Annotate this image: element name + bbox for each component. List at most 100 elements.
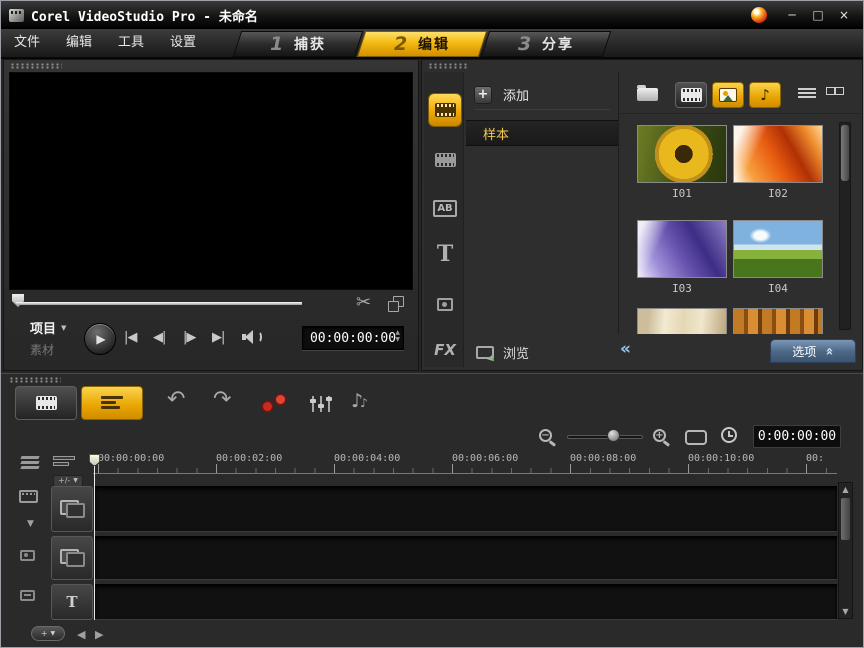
video-track-row[interactable] xyxy=(95,486,837,532)
timeline-vertical-scrollbar[interactable]: ▲ ▼ xyxy=(838,482,853,619)
minimize-button[interactable]: ─ xyxy=(779,5,805,25)
step-edit-label: 编辑 xyxy=(418,34,450,54)
timeline-scroll-left-button[interactable]: ◀ xyxy=(77,629,85,640)
import-folder-icon[interactable] xyxy=(637,88,658,101)
seek-bar[interactable] xyxy=(16,302,302,305)
gallery-item[interactable] xyxy=(731,308,825,334)
gallery-scrollbar-thumb[interactable] xyxy=(841,125,849,181)
category-transition-button[interactable] xyxy=(429,144,461,176)
project-duration-clock-icon[interactable] xyxy=(721,427,737,443)
category-media-button[interactable] xyxy=(429,94,461,126)
gallery-item[interactable]: I02 xyxy=(731,125,825,200)
thumbnail-purple-abstract[interactable] xyxy=(637,220,727,278)
close-button[interactable]: × xyxy=(831,5,857,25)
list-view-button[interactable] xyxy=(798,86,816,102)
volume-button[interactable] xyxy=(242,330,262,344)
go-to-start-button[interactable]: |◀ xyxy=(124,330,136,345)
grid-view-button[interactable] xyxy=(826,86,844,102)
fit-project-in-window-button[interactable] xyxy=(685,430,707,445)
track-manager-icon[interactable] xyxy=(21,456,41,471)
maximize-button[interactable]: □ xyxy=(805,5,831,25)
category-graphic-ab-button[interactable]: AB xyxy=(429,192,461,224)
undo-button[interactable]: ↶ xyxy=(167,389,185,411)
timeline-ruler[interactable]: 00:00:00:00 00:00:02:00 00:00:04:00 00:0… xyxy=(93,453,837,474)
overlay-track-toggle-icon[interactable] xyxy=(20,550,35,561)
browse-button[interactable]: 浏览 xyxy=(476,343,529,362)
overlay-track-row[interactable] xyxy=(95,536,837,580)
add-folder-row[interactable]: + 添加 xyxy=(474,80,610,110)
chapter-point-button[interactable]: + ▼ xyxy=(31,626,65,641)
title-track-row[interactable] xyxy=(95,584,837,620)
title-track-header[interactable]: T xyxy=(51,584,93,620)
video-track-header[interactable] xyxy=(51,486,93,532)
thumbnail-landscape[interactable] xyxy=(733,220,823,278)
menu-settings[interactable]: 设置 xyxy=(157,28,209,58)
collapse-tracks-chevron-icon[interactable]: ▼ xyxy=(27,519,34,529)
thumbnail-book[interactable] xyxy=(637,308,727,334)
seek-playhead-marker[interactable] xyxy=(12,294,24,307)
gallery-scrollbar[interactable] xyxy=(839,122,851,330)
menu-file[interactable]: 文件 xyxy=(1,28,53,58)
filter-photos-button[interactable] xyxy=(712,82,744,108)
go-to-end-button[interactable]: ▶| xyxy=(212,330,224,345)
collapse-panel-button[interactable]: « xyxy=(620,339,631,359)
gallery-item[interactable] xyxy=(635,308,729,334)
panel-grip[interactable] xyxy=(428,63,468,69)
gallery-item[interactable]: I04 xyxy=(731,220,825,295)
scrollbar-thumb[interactable] xyxy=(841,498,850,540)
filter-audio-button[interactable]: ♪ xyxy=(749,82,781,108)
add-label[interactable]: 添加 xyxy=(503,85,529,104)
category-filter-button[interactable]: FX xyxy=(429,334,461,366)
zoom-in-button[interactable]: + xyxy=(653,429,666,442)
timeline-scroll-right-button[interactable]: ▶ xyxy=(95,629,103,640)
preview-timecode-field[interactable]: 00:00:00:00 ▲ ▼ xyxy=(302,326,404,350)
split-clip-scissors-icon[interactable]: ✂ xyxy=(356,292,371,313)
library-folder-sample[interactable]: 样本 xyxy=(466,120,618,146)
previous-frame-button[interactable]: ◀| xyxy=(153,330,165,345)
next-frame-button[interactable]: |▶ xyxy=(183,330,195,345)
zoom-slider-thumb[interactable] xyxy=(607,429,620,442)
zoom-slider[interactable] xyxy=(567,435,643,439)
filter-videos-button[interactable] xyxy=(675,82,707,108)
panel-grip[interactable] xyxy=(10,63,62,69)
step-share[interactable]: 3 分享 xyxy=(481,31,611,57)
show-all-tracks-icon[interactable] xyxy=(53,456,75,471)
menu-edit[interactable]: 编辑 xyxy=(53,28,105,58)
redo-button[interactable]: ↷ xyxy=(213,389,231,411)
scroll-up-icon[interactable]: ▲ xyxy=(839,485,852,494)
track-visibility-icon[interactable] xyxy=(19,490,38,503)
playback-mode-switch[interactable]: 项目 ▼ 素材 xyxy=(30,318,66,358)
mode-dropdown-icon[interactable]: ▼ xyxy=(61,324,66,332)
menu-tools[interactable]: 工具 xyxy=(105,28,157,58)
gallery-item[interactable]: I03 xyxy=(635,220,729,295)
preview-panel: ✂ 项目 ▼ 素材 ▶ |◀ ◀| |▶ ▶| 00:00:00:00 ▲ ▼ xyxy=(3,59,419,371)
thumbnail-sunflower[interactable] xyxy=(637,125,727,183)
scroll-down-icon[interactable]: ▼ xyxy=(839,607,852,616)
panel-grip[interactable] xyxy=(9,377,61,383)
step-capture[interactable]: 1 捕获 xyxy=(233,31,363,57)
thumbnail-orange-abstract[interactable] xyxy=(733,125,823,183)
mode-clip-label[interactable]: 素材 xyxy=(30,341,66,358)
enlarge-preview-icon[interactable] xyxy=(388,296,404,312)
timecode-spinner[interactable]: ▲ ▼ xyxy=(395,330,400,343)
category-graphic-button[interactable] xyxy=(429,288,461,320)
plus-icon[interactable]: + xyxy=(474,86,492,104)
thumbnail-shelf[interactable] xyxy=(733,308,823,334)
timeline-view-button[interactable] xyxy=(81,386,143,420)
zoom-out-button[interactable]: − xyxy=(539,429,552,442)
play-button[interactable]: ▶ xyxy=(84,323,116,355)
mode-project-label[interactable]: 项目 xyxy=(30,318,56,337)
sound-mixer-icon[interactable] xyxy=(309,394,333,412)
storyboard-view-button[interactable] xyxy=(15,386,77,420)
gallery-item[interactable]: I01 xyxy=(635,125,729,200)
auto-music-icon[interactable]: ♪♪ xyxy=(351,390,368,412)
title-track-toggle-icon[interactable] xyxy=(20,590,35,601)
ruler-label: 00:00:08:00 xyxy=(570,453,636,464)
step-edit[interactable]: 2 编辑 xyxy=(357,31,487,57)
timeline-timecode-field[interactable]: 0:00:00:00 xyxy=(753,425,841,448)
options-button[interactable]: 选项 « xyxy=(770,339,856,363)
record-capture-options-icon[interactable] xyxy=(261,393,291,415)
category-title-button[interactable]: T xyxy=(429,238,461,270)
overlay-track-header[interactable] xyxy=(51,536,93,580)
spinner-down-icon[interactable]: ▼ xyxy=(395,337,400,343)
